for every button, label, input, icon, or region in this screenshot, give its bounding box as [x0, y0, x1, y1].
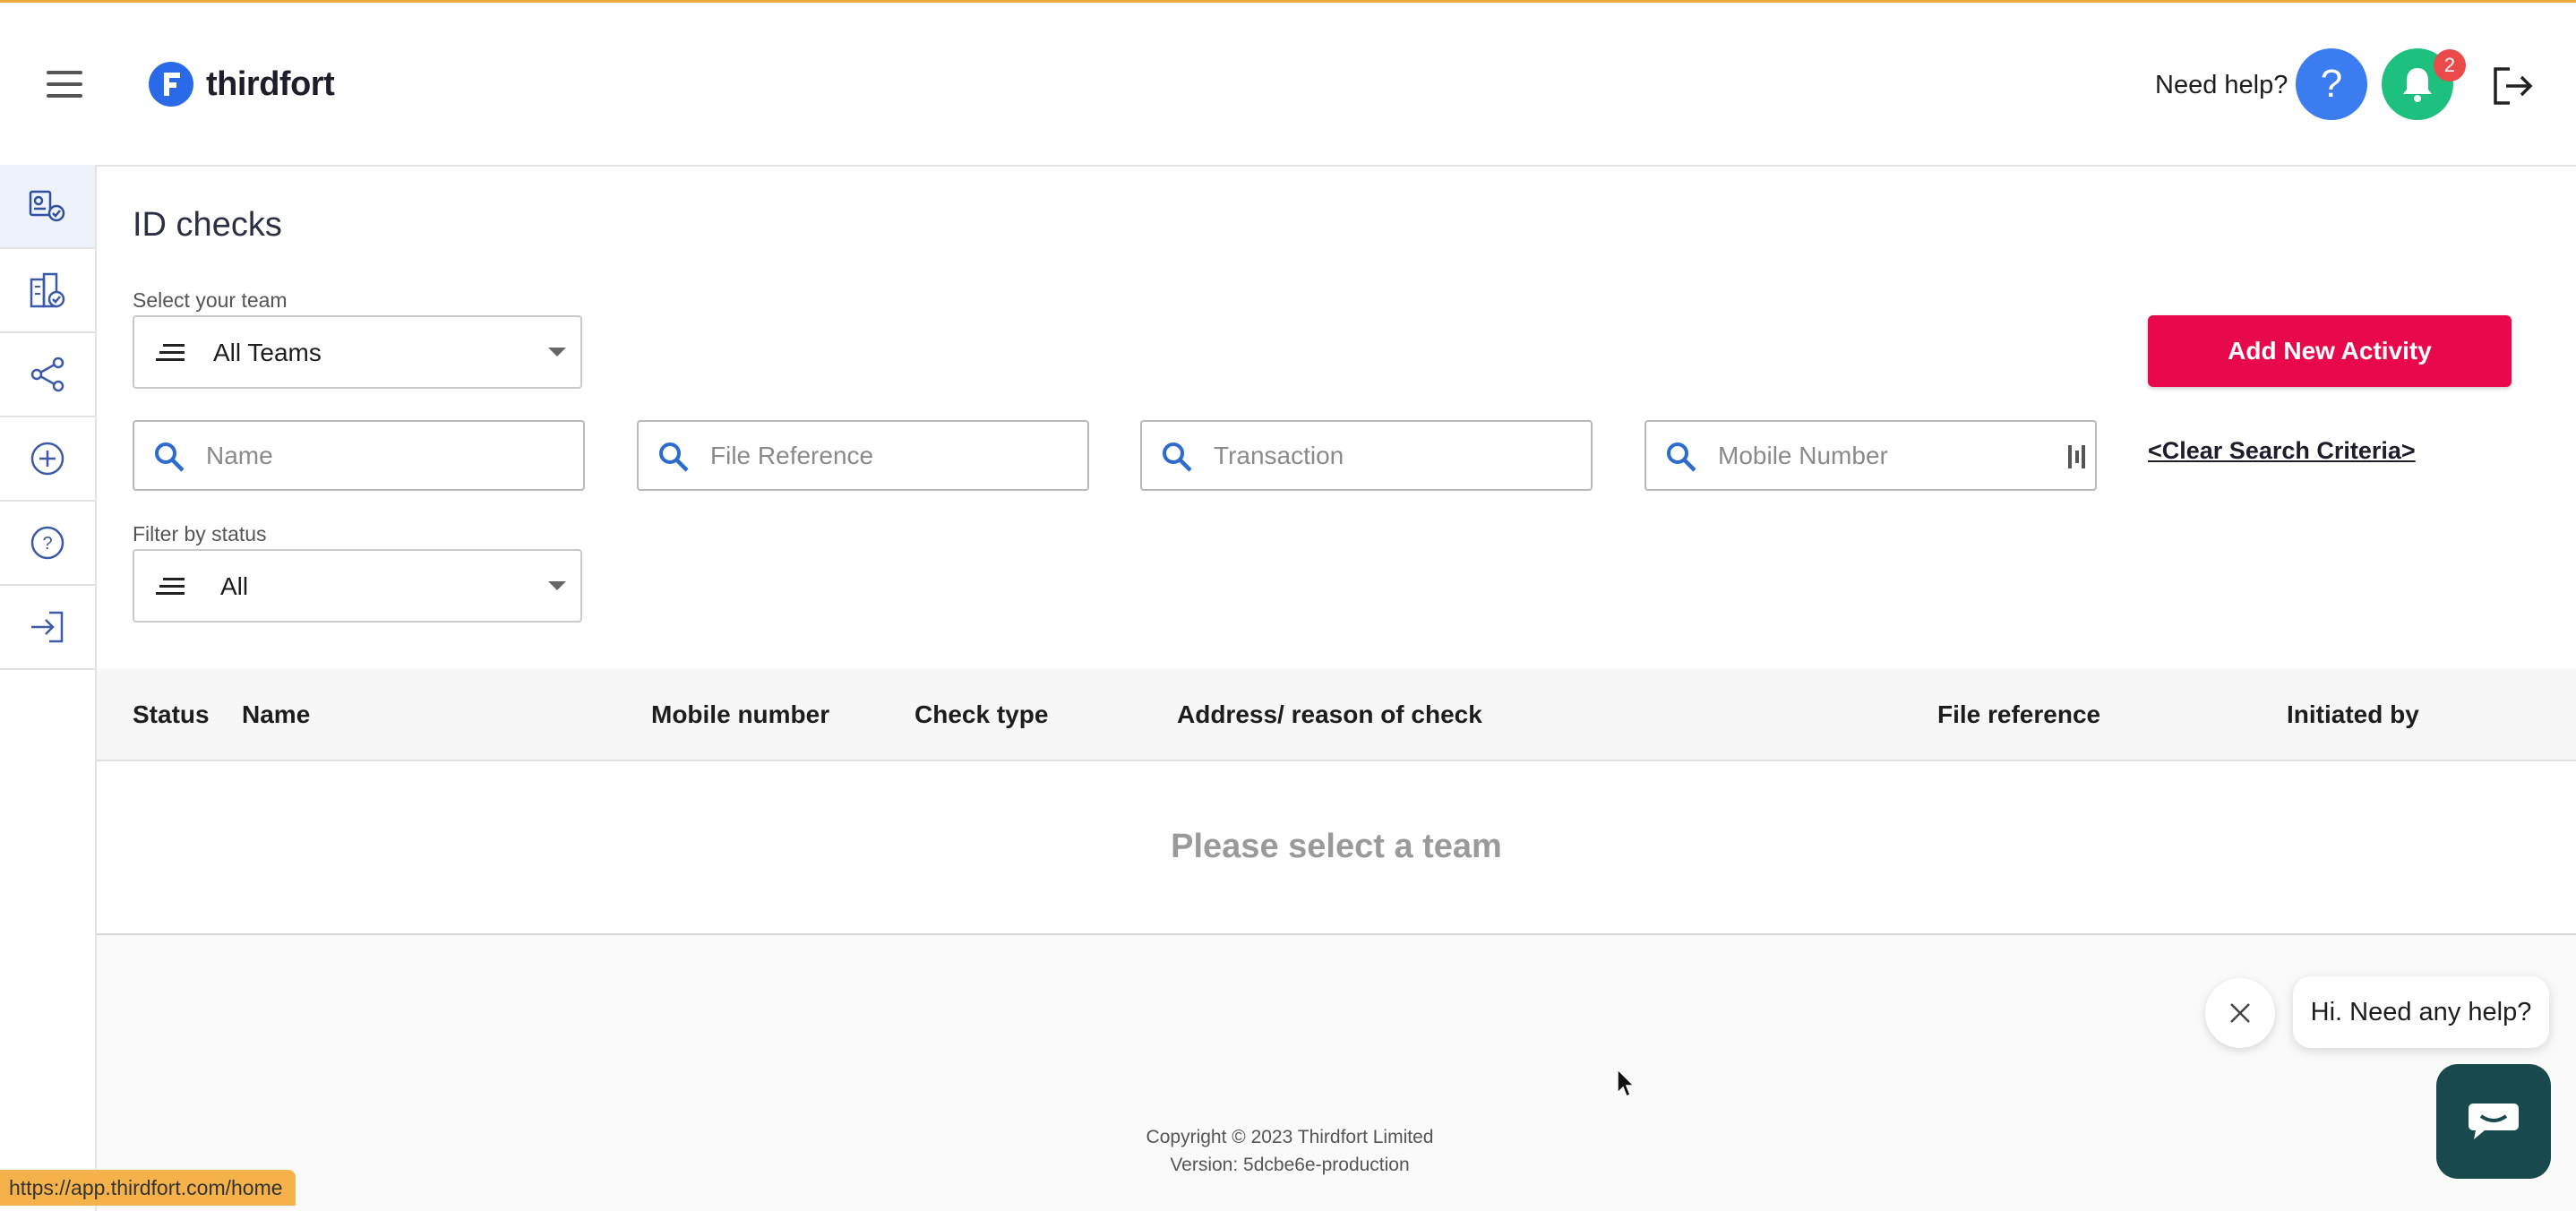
- brand-name: thirdfort: [206, 64, 335, 103]
- add-new-activity-button[interactable]: Add New Activity: [2148, 315, 2512, 387]
- brand-logo[interactable]: thirdfort: [149, 60, 335, 108]
- logout-icon[interactable]: [2490, 64, 2535, 113]
- column-initiated-by[interactable]: Initiated by: [2287, 700, 2419, 729]
- transaction-search-input[interactable]: [1212, 434, 1556, 477]
- search-icon: [659, 442, 689, 472]
- team-select-value: All Teams: [213, 339, 322, 366]
- mobile-number-search-input[interactable]: [1716, 434, 2060, 477]
- app-header: thirdfort Need help? ? 2: [0, 3, 2576, 167]
- svg-text:?: ?: [42, 534, 52, 554]
- building-check-icon: [30, 272, 65, 308]
- chat-greeting-bubble[interactable]: Hi. Need any help?: [2293, 976, 2549, 1048]
- help-button[interactable]: ?: [2296, 48, 2367, 120]
- file-reference-search-field[interactable]: [637, 420, 1089, 491]
- column-mobile-number[interactable]: Mobile number: [651, 700, 829, 729]
- bell-icon: [2403, 68, 2432, 102]
- column-name[interactable]: Name: [242, 700, 310, 729]
- table-header: Status Name Mobile number Check type Add…: [97, 668, 2576, 761]
- page-title: ID checks: [133, 206, 282, 244]
- status-filter-label: Filter by status: [133, 522, 267, 545]
- chat-dismiss-button[interactable]: [2205, 978, 2275, 1048]
- mobile-number-search-field[interactable]: [1644, 420, 2097, 491]
- search-icon: [155, 442, 185, 472]
- share-icon: [30, 356, 64, 392]
- filter-lines-icon: [156, 344, 185, 361]
- nav-help[interactable]: ?: [0, 502, 95, 586]
- transaction-search-field[interactable]: [1140, 420, 1593, 491]
- chat-icon: [2469, 1104, 2519, 1139]
- notification-badge: 2: [2434, 49, 2466, 82]
- need-help-text: Need help?: [2155, 71, 2288, 99]
- add-circle-icon: [30, 442, 64, 476]
- team-select-label: Select your team: [133, 288, 288, 312]
- close-icon: [2230, 1003, 2250, 1023]
- name-search-input[interactable]: [204, 434, 548, 477]
- mouse-cursor-icon: [1617, 1068, 1636, 1098]
- version-text: Version: 5dcbe6e-production: [1170, 1155, 1410, 1175]
- page-footer: Copyright © 2023 Thirdfort Limited Versi…: [1021, 1123, 1558, 1179]
- search-icon: [1163, 442, 1192, 472]
- nav-business-checks[interactable]: [0, 249, 95, 333]
- nav-add[interactable]: [0, 417, 95, 502]
- file-reference-search-input[interactable]: [708, 434, 1052, 477]
- status-filter-value: All: [220, 572, 249, 600]
- status-filter-select[interactable]: All: [133, 549, 582, 623]
- logo-icon: [149, 62, 193, 107]
- filter-lines-icon: [156, 578, 185, 595]
- side-navigation: ?: [0, 165, 97, 1211]
- column-address-reason[interactable]: Address/ reason of check: [1177, 700, 1482, 729]
- name-search-field[interactable]: [133, 420, 585, 491]
- chevron-down-icon: [548, 348, 566, 356]
- status-bar-url: https://app.thirdfort.com/home: [0, 1170, 296, 1206]
- clear-search-criteria-link[interactable]: <Clear Search Criteria>: [2148, 437, 2416, 465]
- search-icon: [1667, 442, 1696, 472]
- chat-launcher-button[interactable]: [2436, 1064, 2551, 1179]
- chevron-down-icon: [548, 581, 566, 590]
- password-manager-icon[interactable]: [2067, 443, 2087, 470]
- empty-state-message: Please select a team: [1171, 828, 1502, 865]
- column-status[interactable]: Status: [133, 700, 210, 729]
- copyright-text: Copyright © 2023 Thirdfort Limited: [1146, 1127, 1434, 1147]
- login-icon: [31, 611, 64, 643]
- nav-id-checks[interactable]: [0, 165, 95, 249]
- column-file-reference[interactable]: File reference: [1937, 700, 2100, 729]
- column-check-type[interactable]: Check type: [914, 700, 1048, 729]
- table-empty-row: Please select a team: [97, 761, 2576, 935]
- team-select[interactable]: All Teams: [133, 315, 582, 389]
- id-checks-icon: [29, 190, 65, 222]
- nav-share[interactable]: [0, 333, 95, 417]
- help-circle-icon: ?: [30, 526, 64, 560]
- nav-login[interactable]: [0, 586, 95, 670]
- menu-icon[interactable]: [47, 71, 82, 98]
